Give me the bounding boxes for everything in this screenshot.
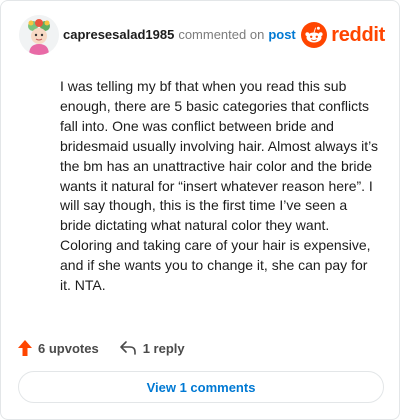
reply-arrow-icon xyxy=(119,341,136,355)
post-link[interactable]: post xyxy=(268,27,295,42)
upvote-button[interactable]: 6 upvotes xyxy=(17,339,99,357)
comment-meta: capresesalad1985 commented on post xyxy=(63,27,296,42)
upvote-arrow-icon xyxy=(18,340,32,356)
view-comments-button[interactable]: View 1 comments xyxy=(18,371,384,403)
comment-card: capresesalad1985 commented on post reddit … xyxy=(0,0,400,420)
reddit-wordmark: reddit xyxy=(331,23,385,46)
reddit-logo-icon xyxy=(301,22,328,48)
avatar-icon xyxy=(19,15,59,55)
reddit-brand[interactable]: reddit xyxy=(301,21,385,49)
comment-header: capresesalad1985 commented on post reddit xyxy=(15,15,385,55)
reply-count: 1 reply xyxy=(142,340,185,356)
avatar[interactable] xyxy=(19,15,59,55)
comment-actions: 6 upvotes 1 reply xyxy=(17,337,185,359)
comment-body: I was telling my bf that when you read t… xyxy=(60,78,378,294)
username-link[interactable]: capresesalad1985 xyxy=(63,27,174,42)
action-text: commented on xyxy=(178,27,265,42)
upvote-count: 6 upvotes xyxy=(38,340,99,356)
reply-button[interactable]: 1 reply xyxy=(119,340,185,356)
